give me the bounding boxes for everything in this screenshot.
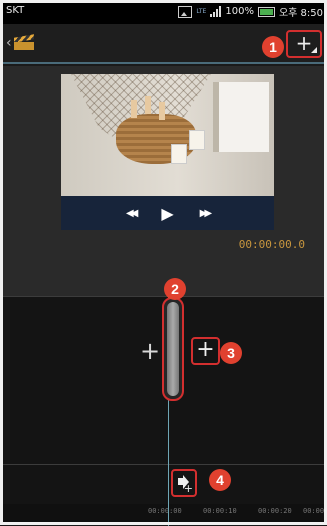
corner-icon <box>311 47 317 53</box>
battery-percent: 100% <box>225 6 254 17</box>
status-icons: LTE 100% 오후 8:50 <box>178 4 323 19</box>
back-icon[interactable]: ‹ <box>6 35 12 51</box>
callout-2: 2 <box>164 278 186 300</box>
signal-icon <box>210 6 222 17</box>
callout-4: 4 <box>209 469 231 491</box>
image-notification-icon <box>178 5 193 18</box>
status-bar: SKT LTE 100% 오후 8:50 <box>0 0 327 24</box>
battery-icon <box>257 6 275 17</box>
audio-track: + <box>0 464 327 505</box>
callout-3: 3 <box>220 342 242 364</box>
clock: 오후 8:50 <box>278 8 323 19</box>
clapperboard-icon[interactable] <box>14 34 34 50</box>
ruler-label: 00:00:20 <box>258 507 292 515</box>
add-audio-plus: + <box>183 482 193 495</box>
play-icon[interactable]: ▶ <box>161 204 173 223</box>
add-media-label: + <box>295 31 313 55</box>
add-clip-before-button[interactable]: + <box>140 337 160 365</box>
video-clip[interactable] <box>162 297 184 401</box>
add-audio-button[interactable]: + <box>171 469 197 497</box>
add-clip-after-button[interactable]: + <box>191 337 220 365</box>
network-type: LTE <box>196 8 207 15</box>
window-image <box>213 82 269 152</box>
video-preview[interactable]: ◀◀ ▶ ▶▶ <box>61 74 274 230</box>
ruler-label: 00:00 <box>303 507 325 515</box>
fast-forward-icon[interactable]: ▶▶ <box>200 208 213 219</box>
preview-area: ◀◀ ▶ ▶▶ 00:00:00.0 <box>0 66 327 296</box>
add-media-button[interactable]: + <box>286 30 322 58</box>
callout-1: 1 <box>262 36 284 58</box>
time-ruler: 00:00:00 00:00:10 00:00:20 00:00 <box>0 504 327 525</box>
ruler-label: 00:00:00 <box>148 507 182 515</box>
timecode: 00:00:00.0 <box>238 238 305 251</box>
carrier-label: SKT <box>6 5 25 16</box>
rewind-icon[interactable]: ◀◀ <box>126 208 139 219</box>
playback-controls: ◀◀ ▶ ▶▶ <box>61 196 274 230</box>
timeline: + + <box>0 296 327 526</box>
ruler-label: 00:00:10 <box>203 507 237 515</box>
music-note-icon <box>178 475 189 489</box>
